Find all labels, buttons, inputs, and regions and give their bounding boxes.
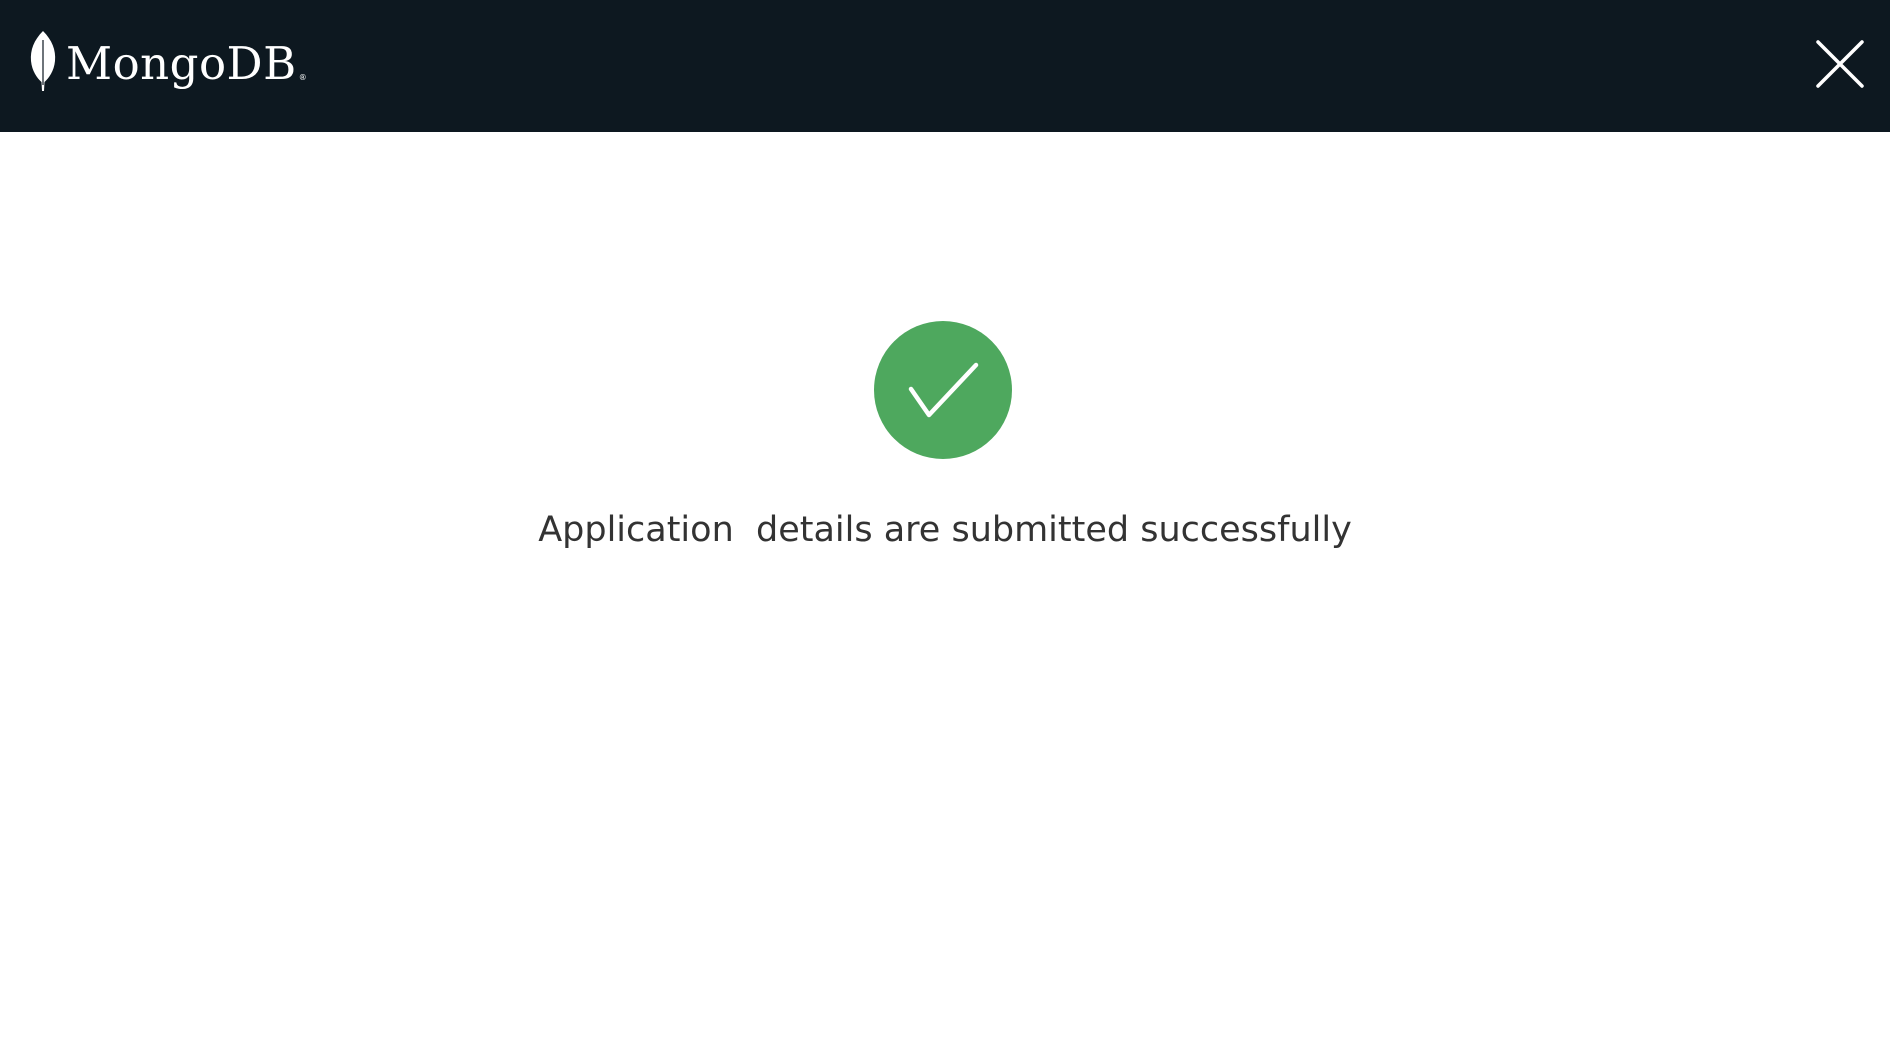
check-circle-icon (874, 321, 1012, 459)
brand-name: MongoDB (66, 36, 297, 90)
leaf-icon (30, 31, 56, 91)
close-icon (1816, 40, 1864, 88)
success-message: Application details are submitted succes… (538, 510, 1352, 550)
checkmark-icon (908, 362, 979, 418)
registered-mark: ® (298, 72, 307, 82)
mongodb-logo: MongoDB ® (28, 30, 307, 92)
close-button[interactable] (1812, 36, 1868, 92)
header-bar: MongoDB ® (0, 0, 1890, 132)
